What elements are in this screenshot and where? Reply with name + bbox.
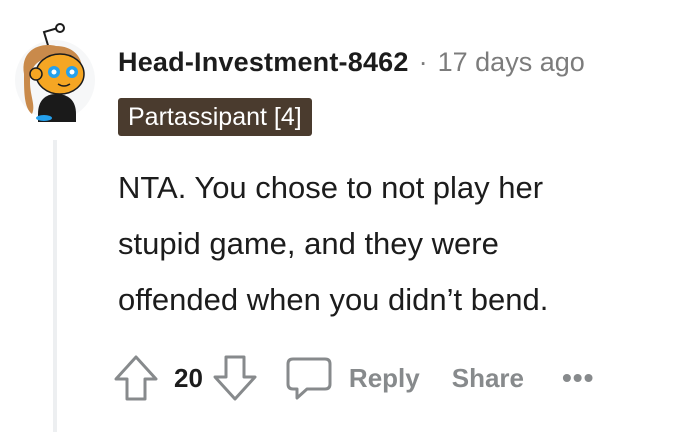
reply-button[interactable]: Reply [285, 355, 420, 401]
speech-bubble-icon [286, 357, 332, 400]
user-flair: Partassipant [4] [118, 98, 312, 136]
separator-dot: · [418, 46, 428, 77]
upvote-button[interactable] [112, 353, 160, 403]
comment-body: NTA. You chose to not play her stupid ga… [118, 160, 688, 328]
share-button[interactable]: Share [452, 363, 524, 394]
snoo-avatar-icon [15, 23, 95, 122]
comment-line: NTA. You chose to not play her [118, 170, 544, 205]
comment: Head-Investment-8462 · 17 days ago Parta… [0, 0, 700, 437]
timestamp[interactable]: 17 days ago [438, 47, 585, 78]
upvote-arrow-icon [114, 355, 158, 401]
comment-line: offended when you didn’t bend. [118, 282, 549, 317]
vote-count: 20 [174, 362, 203, 393]
downvote-arrow-icon [213, 355, 257, 401]
user-avatar[interactable] [14, 22, 96, 122]
more-options-button[interactable]: ••• [562, 364, 594, 392]
downvote-button[interactable] [211, 353, 259, 403]
thread-line[interactable] [53, 140, 57, 432]
reply-label: Reply [348, 362, 420, 393]
comment-line: stupid game, and they were [118, 226, 499, 261]
comment-actions: 20 Reply Share ••• [112, 350, 594, 406]
username-link[interactable]: Head-Investment-8462 [118, 47, 409, 78]
comment-header: Head-Investment-8462 · 17 days ago [118, 42, 585, 82]
